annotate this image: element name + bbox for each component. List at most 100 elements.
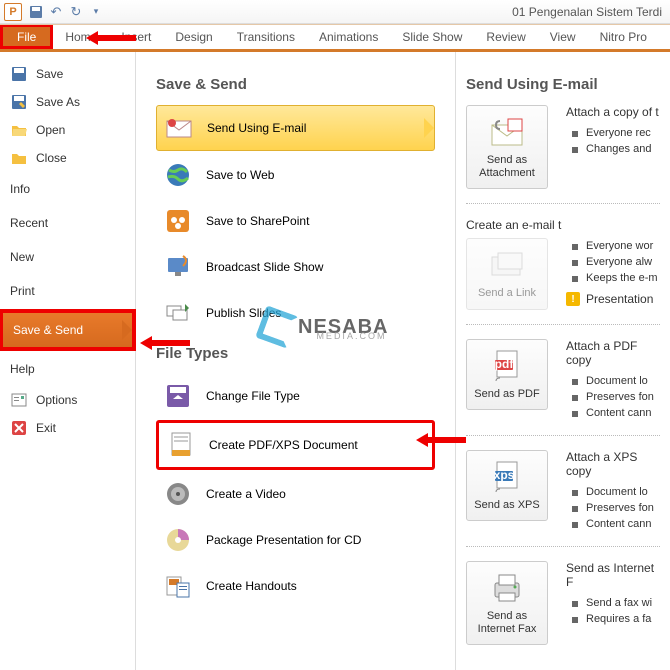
sidebar-exit[interactable]: Exit bbox=[0, 414, 135, 442]
desc-title: Attach a copy of t bbox=[566, 105, 660, 119]
xps-icon: xps bbox=[471, 459, 543, 495]
btn-label: Send as Internet Fax bbox=[471, 610, 543, 636]
desc-bullet: Requires a fa bbox=[572, 611, 660, 627]
sharepoint-icon bbox=[164, 207, 192, 235]
btn-send-link: Send a Link bbox=[466, 238, 548, 309]
btn-send-fax[interactable]: Send as Internet Fax bbox=[466, 561, 548, 645]
backstage-view: Save Save As Open Close Info Recent New … bbox=[0, 52, 670, 670]
sidebar-label: Print bbox=[10, 284, 35, 298]
desc-title: Send as Internet F bbox=[566, 561, 660, 589]
btn-send-xps[interactable]: xps Send as XPS bbox=[466, 450, 548, 521]
link-desc: Everyone worEveryone alwKeeps the e-m !P… bbox=[566, 238, 660, 306]
opt-label: Save to SharePoint bbox=[206, 214, 309, 228]
sidebar-label: Save As bbox=[36, 95, 80, 109]
xps-desc: Attach a XPS copy Document loPreserves f… bbox=[566, 450, 660, 532]
powerpoint-app-icon: P bbox=[4, 3, 22, 21]
opt-label: Create Handouts bbox=[206, 579, 297, 593]
desc-bullet: Keeps the e-m bbox=[572, 270, 660, 286]
tab-insert[interactable]: Insert bbox=[109, 24, 163, 49]
email-icon bbox=[165, 114, 193, 142]
opt-save-web[interactable]: Save to Web bbox=[156, 153, 435, 197]
opt-create-video[interactable]: Create a Video bbox=[156, 472, 435, 516]
warning-icon: ! bbox=[566, 292, 580, 306]
desc-bullet: Preserves fon bbox=[572, 389, 660, 405]
tab-view[interactable]: View bbox=[538, 24, 588, 49]
tab-design[interactable]: Design bbox=[163, 24, 224, 49]
attachment-icon bbox=[471, 114, 543, 150]
sidebar-recent[interactable]: Recent bbox=[0, 206, 135, 240]
opt-label: Package Presentation for CD bbox=[206, 533, 361, 547]
sidebar-options[interactable]: Options bbox=[0, 386, 135, 414]
sidebar-info[interactable]: Info bbox=[0, 172, 135, 206]
sidebar-save-send[interactable]: Save & Send bbox=[0, 310, 135, 350]
broadcast-icon bbox=[164, 253, 192, 281]
tab-slideshow[interactable]: Slide Show bbox=[390, 24, 474, 49]
sidebar-label: New bbox=[10, 250, 34, 264]
desc-title: Attach a XPS copy bbox=[566, 450, 660, 478]
btn-send-pdf[interactable]: pdf Send as PDF bbox=[466, 339, 548, 410]
opt-label: Send Using E-mail bbox=[207, 121, 306, 135]
tab-nitro[interactable]: Nitro Pro bbox=[588, 24, 659, 49]
ribbon-tabs: File Home Insert Design Transitions Anim… bbox=[0, 24, 670, 52]
tab-review[interactable]: Review bbox=[474, 24, 537, 49]
qat-undo-icon[interactable]: ↶ bbox=[48, 4, 64, 20]
opt-create-handouts[interactable]: Create Handouts bbox=[156, 564, 435, 608]
sidebar-label: Save bbox=[36, 67, 63, 81]
opt-label: Change File Type bbox=[206, 389, 300, 403]
sidebar-label: Exit bbox=[36, 421, 56, 435]
link-desc-top: Create an e-mail t bbox=[466, 218, 660, 232]
opt-broadcast[interactable]: Broadcast Slide Show bbox=[156, 245, 435, 289]
qat-save-icon[interactable] bbox=[28, 4, 44, 20]
sidebar-save-as[interactable]: Save As bbox=[0, 88, 135, 116]
document-title: 01 Pengenalan Sistem Terdi bbox=[106, 5, 666, 19]
options-icon bbox=[10, 392, 28, 408]
open-icon bbox=[10, 122, 28, 138]
desc-bullet: Send a fax wi bbox=[572, 595, 660, 611]
desc-bullet: Preserves fon bbox=[572, 500, 660, 516]
fax-desc: Send as Internet F Send a fax wiRequires… bbox=[566, 561, 660, 627]
sidebar-print[interactable]: Print bbox=[0, 274, 135, 308]
sidebar-label: Info bbox=[10, 182, 30, 196]
cd-icon bbox=[164, 526, 192, 554]
btn-label: Send as XPS bbox=[471, 499, 543, 512]
svg-text:pdf: pdf bbox=[495, 357, 515, 371]
opt-label: Save to Web bbox=[206, 168, 274, 182]
qat-redo-icon[interactable]: ↻ bbox=[68, 4, 84, 20]
fax-icon bbox=[471, 570, 543, 606]
warn-text: Presentation bbox=[586, 292, 653, 306]
sidebar-label: Open bbox=[36, 123, 65, 137]
desc-bullet: Document lo bbox=[572, 484, 660, 500]
btn-send-attachment[interactable]: Send as Attachment bbox=[466, 105, 548, 189]
opt-publish-slides[interactable]: Publish Slides bbox=[156, 291, 435, 335]
opt-save-sharepoint[interactable]: Save to SharePoint bbox=[156, 199, 435, 243]
backstage-sidebar: Save Save As Open Close Info Recent New … bbox=[0, 52, 136, 670]
sidebar-save[interactable]: Save bbox=[0, 60, 135, 88]
tab-home[interactable]: Home bbox=[53, 24, 109, 49]
desc-bullet: Content cann bbox=[572, 516, 660, 532]
desc-bullet: Document lo bbox=[572, 373, 660, 389]
tab-animations[interactable]: Animations bbox=[307, 24, 390, 49]
sidebar-help[interactable]: Help bbox=[0, 352, 135, 386]
opt-send-email[interactable]: Send Using E-mail bbox=[156, 105, 435, 151]
sidebar-label: Save & Send bbox=[13, 323, 83, 337]
handouts-icon bbox=[164, 572, 192, 600]
tab-transitions[interactable]: Transitions bbox=[225, 24, 307, 49]
sidebar-new[interactable]: New bbox=[0, 240, 135, 274]
tab-file[interactable]: File bbox=[0, 24, 53, 49]
desc-bullet: Changes and bbox=[572, 141, 660, 157]
sidebar-label: Close bbox=[36, 151, 67, 165]
publish-icon bbox=[164, 299, 192, 327]
opt-label: Broadcast Slide Show bbox=[206, 260, 323, 274]
opt-package-cd[interactable]: Package Presentation for CD bbox=[156, 518, 435, 562]
opt-create-pdf-xps[interactable]: Create PDF/XPS Document bbox=[156, 420, 435, 470]
section-file-types: File Types bbox=[156, 345, 435, 362]
change-type-icon bbox=[164, 382, 192, 410]
globe-icon bbox=[164, 161, 192, 189]
pdf-desc: Attach a PDF copy Document loPreserves f… bbox=[566, 339, 660, 421]
qat-dropdown-icon[interactable]: ▾ bbox=[88, 4, 104, 20]
opt-label: Publish Slides bbox=[206, 306, 281, 320]
sidebar-close[interactable]: Close bbox=[0, 144, 135, 172]
sidebar-open[interactable]: Open bbox=[0, 116, 135, 144]
attach-desc: Attach a copy of t Everyone recChanges a… bbox=[566, 105, 660, 157]
opt-change-file-type[interactable]: Change File Type bbox=[156, 374, 435, 418]
